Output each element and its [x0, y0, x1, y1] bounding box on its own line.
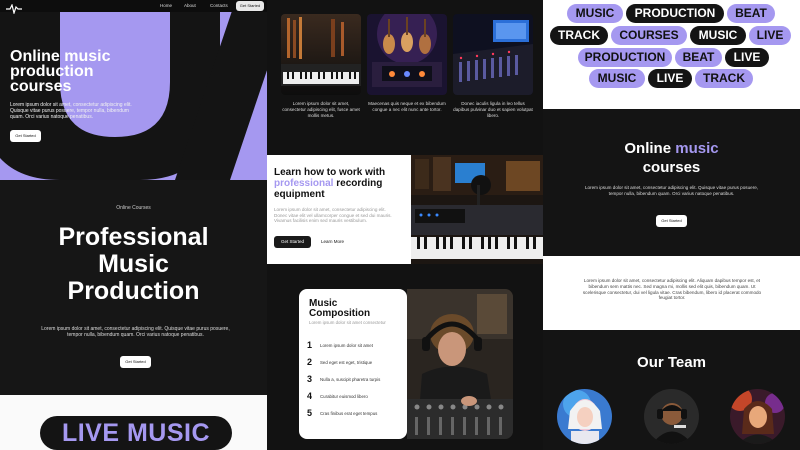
- composition-step: 3 Nulla a, suscipit pharetra turpis: [307, 374, 405, 388]
- landing-column-2: Lorem ipsum dolor sit amet, consectetur …: [267, 0, 543, 450]
- team-avatar[interactable]: [557, 389, 612, 444]
- nav-link-home[interactable]: Home: [160, 3, 172, 8]
- tag-pill[interactable]: LIVE: [648, 69, 692, 88]
- professional-section: Online Courses Professional Music Produc…: [0, 180, 267, 395]
- section-eyebrow: Online Courses: [116, 205, 151, 211]
- team-title: Our Team: [637, 354, 706, 371]
- tag-pill[interactable]: TRACK: [550, 26, 608, 45]
- tag-pill[interactable]: LIVE: [749, 26, 791, 45]
- waveform-logo-icon[interactable]: [6, 1, 22, 19]
- learn-description: Lorem ipsum dolor sit amet, consectetur …: [274, 207, 392, 224]
- tag-cloud: MUSIC PRODUCTION BEAT TRACK COURSES MUSI…: [543, 0, 800, 109]
- section-description: Lorem ipsum dolor sit amet, consectetur …: [41, 326, 230, 338]
- oc-get-started-button[interactable]: Get Started: [656, 215, 687, 227]
- pro-get-started-button[interactable]: Get Started: [120, 356, 151, 368]
- step-text: Nulla a, suscipit pharetra turpis: [320, 377, 381, 382]
- learn-title-pre: Learn how to work with: [274, 167, 386, 178]
- composition-subtitle: Lorem ipsum dolor sit amet consectetur: [309, 320, 386, 325]
- tag-pill[interactable]: LIVE: [725, 48, 769, 67]
- gallery-image-keyboard: [281, 14, 361, 95]
- tag-pill[interactable]: MUSIC: [589, 69, 645, 88]
- info-text: Lorem ipsum dolor sit amet, consectetur …: [582, 278, 762, 301]
- gallery-caption-2: Maecenas quis neque et ex bibendum congu…: [368, 101, 446, 112]
- step-number: 2: [307, 357, 313, 367]
- gallery-caption-3: Donec iaculis ligula in leo tellus dapib…: [453, 101, 533, 118]
- landing-column-3: MUSIC PRODUCTION BEAT TRACK COURSES MUSI…: [543, 0, 800, 450]
- hero-get-started-button[interactable]: Get Started: [10, 130, 41, 142]
- oc-title-post: courses: [642, 159, 701, 176]
- online-courses-description: Lorem ipsum dolor sit amet, consectetur …: [584, 185, 759, 196]
- learn-title: Learn how to work with professional reco…: [274, 167, 404, 200]
- learn-get-started-button[interactable]: Get Started: [274, 236, 311, 248]
- gallery-image-mixer: [453, 14, 533, 95]
- live-music-banner: LIVE MUSIC: [0, 395, 267, 450]
- step-text: Lorem ipsum dolor sit amet: [320, 343, 373, 348]
- step-number: 1: [307, 340, 313, 350]
- composition-title: Music Composition: [309, 298, 371, 319]
- music-composition-card: Music Composition Lorem ipsum dolor sit …: [299, 289, 407, 439]
- nav-get-started-button[interactable]: Get Started: [236, 1, 264, 11]
- composition-step: 1 Lorem ipsum dolor sit amet: [307, 340, 405, 354]
- tag-pill[interactable]: PRODUCTION: [578, 48, 672, 67]
- team-section: Our Team: [543, 330, 800, 450]
- learn-equipment-card: Learn how to work with professional reco…: [267, 155, 411, 264]
- step-text: Sed eget est eget, tristique: [320, 360, 373, 365]
- oc-title-accent: music: [675, 140, 719, 157]
- team-avatar[interactable]: [730, 389, 785, 444]
- nav-link-contacts[interactable]: Contacts: [210, 3, 228, 8]
- online-courses-title: Online music courses: [543, 139, 800, 177]
- step-text: Curabitur euismod libero: [320, 394, 368, 399]
- online-courses-section: Online music courses Lorem ipsum dolor s…: [543, 109, 800, 256]
- section-title: Professional Music Production: [0, 224, 267, 305]
- composition-step: 5 Cras finibus erat eget tempus: [307, 408, 405, 422]
- gallery-image-guitars: [367, 14, 447, 95]
- tag-pill[interactable]: TRACK: [695, 69, 753, 88]
- step-text: Cras finibus erat eget tempus: [320, 411, 378, 416]
- hero-u-shape-graphic: [0, 12, 267, 180]
- tag-pill[interactable]: BEAT: [675, 48, 722, 67]
- section-title-text: Professional Music Production: [58, 223, 209, 305]
- info-text-section: Lorem ipsum dolor sit amet, consectetur …: [543, 256, 800, 330]
- oc-title-pre: Online: [624, 140, 672, 157]
- learn-more-link[interactable]: Learn More: [321, 239, 344, 244]
- hero-section: Online music production courses Lorem ip…: [0, 12, 267, 180]
- tag-pill[interactable]: COURSES: [611, 26, 687, 45]
- live-music-pill: LIVE MUSIC: [40, 416, 232, 450]
- tag-pill[interactable]: PRODUCTION: [626, 4, 724, 23]
- tag-pill[interactable]: BEAT: [727, 4, 775, 23]
- step-number: 4: [307, 391, 313, 401]
- nav-link-about[interactable]: About: [184, 3, 196, 8]
- hero-description: Lorem ipsum dolor sit amet, consectetur …: [10, 102, 132, 120]
- studio-equipment-image: [411, 155, 543, 264]
- gallery-caption-1: Lorem ipsum dolor sit amet, consectetur …: [282, 101, 360, 118]
- learn-title-accent: professional: [274, 178, 334, 189]
- team-avatar[interactable]: [644, 389, 699, 444]
- tag-pill[interactable]: MUSIC: [567, 4, 623, 23]
- hero-title: Online music production courses: [10, 48, 111, 95]
- top-nav: Home About Contacts Get Started: [0, 0, 267, 16]
- producer-at-console-image: [407, 289, 513, 439]
- step-number: 3: [307, 374, 313, 384]
- landing-column-1: Home About Contacts Get Started Online m…: [0, 0, 267, 450]
- step-number: 5: [307, 408, 313, 418]
- composition-step: 4 Curabitur euismod libero: [307, 391, 405, 405]
- composition-step: 2 Sed eget est eget, tristique: [307, 357, 405, 371]
- tag-pill[interactable]: MUSIC: [690, 26, 746, 45]
